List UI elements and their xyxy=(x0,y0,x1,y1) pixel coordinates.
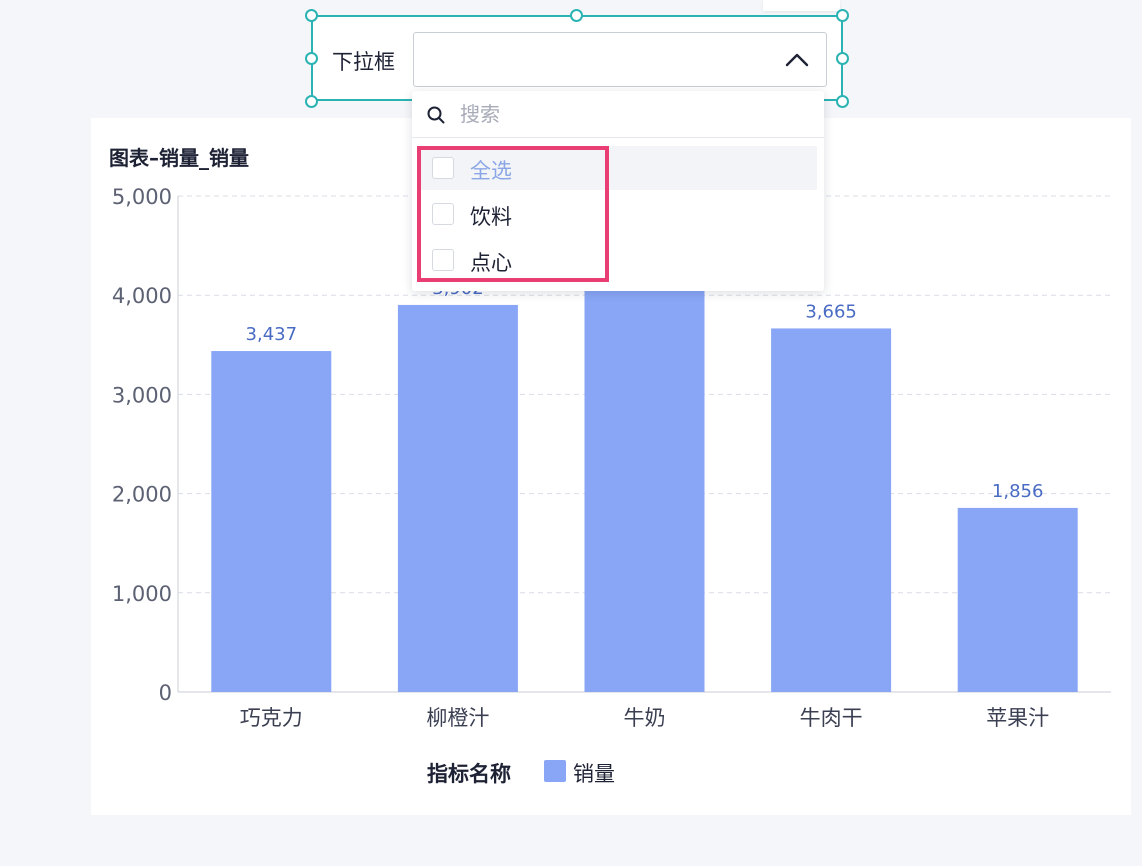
drinks-checkbox[interactable] xyxy=(432,203,454,225)
dropdown-panel: 全选 饮料 点心 xyxy=(412,91,824,291)
option-label: 饮料 xyxy=(470,205,512,229)
search-input[interactable] xyxy=(460,99,800,129)
y-tick-label: 2,000 xyxy=(112,483,172,507)
resize-handle-top-center[interactable] xyxy=(570,9,583,22)
legend-swatch[interactable] xyxy=(544,760,566,782)
option-snacks[interactable]: 点心 xyxy=(420,238,817,282)
data-label: 3,437 xyxy=(246,324,298,345)
widget-label: 下拉框 xyxy=(332,50,395,74)
resize-handle-middle-right[interactable] xyxy=(836,52,849,65)
data-label: 1,856 xyxy=(992,481,1044,502)
resize-handle-bottom-right[interactable] xyxy=(836,95,849,108)
dropdown-search xyxy=(412,91,824,138)
top-toolbar-fragment xyxy=(763,0,840,11)
resize-handle-top-right[interactable] xyxy=(836,9,849,22)
y-tick-label: 3,000 xyxy=(112,383,172,407)
resize-handle-top-left[interactable] xyxy=(305,9,318,22)
data-label: 3,665 xyxy=(805,301,857,322)
snacks-checkbox[interactable] xyxy=(432,249,454,271)
bar[interactable] xyxy=(397,304,518,692)
bar[interactable] xyxy=(584,245,705,692)
legend-title: 指标名称 xyxy=(427,762,511,786)
chevron-up-icon[interactable] xyxy=(782,47,812,73)
x-tick-label: 苹果汁 xyxy=(986,706,1049,730)
dropdown-widget[interactable]: 下拉框 xyxy=(311,15,843,101)
option-label: 全选 xyxy=(470,159,512,183)
option-drinks[interactable]: 饮料 xyxy=(420,192,817,236)
x-tick-label: 牛奶 xyxy=(624,706,666,730)
legend-series-label[interactable]: 销量 xyxy=(573,758,615,788)
x-tick-label: 柳橙汁 xyxy=(426,706,489,730)
x-tick-label: 巧克力 xyxy=(240,706,303,730)
resize-handle-middle-left[interactable] xyxy=(305,52,318,65)
y-tick-label: 1,000 xyxy=(112,582,172,606)
search-icon xyxy=(427,106,445,124)
bar[interactable] xyxy=(771,328,892,692)
y-tick-label: 5,000 xyxy=(112,185,172,209)
y-tick-label: 0 xyxy=(159,681,172,705)
resize-handle-bottom-left[interactable] xyxy=(305,95,318,108)
x-tick-label: 牛肉干 xyxy=(800,706,863,730)
option-select-all[interactable]: 全选 xyxy=(420,146,817,190)
dropdown-select[interactable] xyxy=(413,32,827,87)
bar[interactable] xyxy=(211,351,332,692)
select-all-checkbox[interactable] xyxy=(432,157,454,179)
y-tick-label: 4,000 xyxy=(112,284,172,308)
option-label: 点心 xyxy=(470,251,512,275)
bar[interactable] xyxy=(957,507,1078,692)
